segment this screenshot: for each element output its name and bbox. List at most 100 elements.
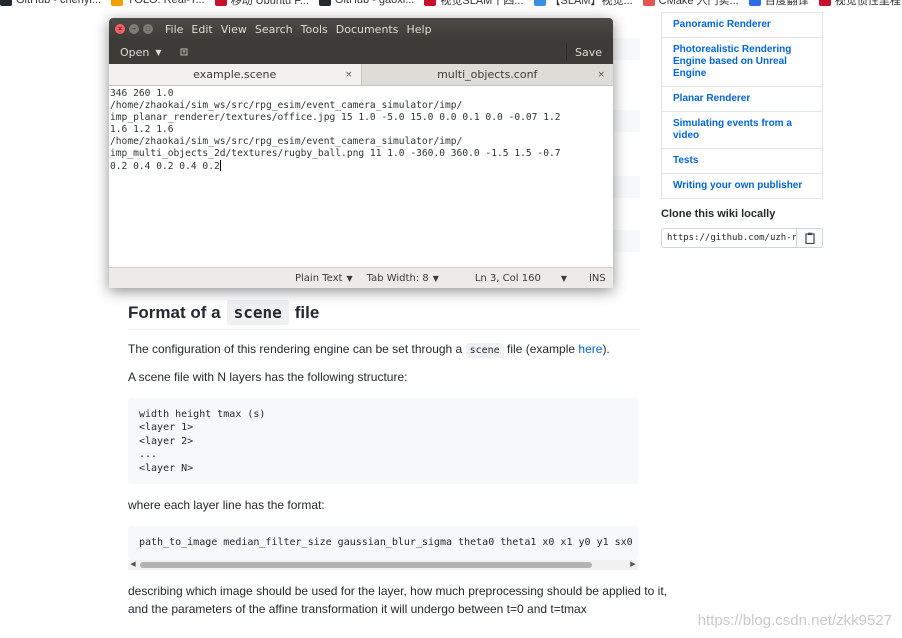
scrollbar-thumb[interactable] bbox=[140, 562, 592, 568]
bookmark-favicon-icon bbox=[818, 0, 831, 6]
menu-edit[interactable]: Edit bbox=[191, 23, 212, 36]
bookmark-label: GitHub - chenyi... bbox=[16, 0, 101, 6]
paragraph-structure: A scene file with N layers has the follo… bbox=[128, 370, 408, 384]
menu-bar: File Edit View Search Tools Documents He… bbox=[165, 23, 432, 36]
editor-line-text: 346 260 1.0 bbox=[110, 88, 174, 99]
editor-line: imp_multi_objects_2d/textures/rugby_ball… bbox=[110, 148, 612, 160]
paragraph-text: file (example bbox=[507, 342, 576, 356]
menu-tools[interactable]: Tools bbox=[301, 23, 328, 36]
tab-label: example.scene bbox=[193, 68, 277, 81]
section-heading: Format of a scene file bbox=[128, 296, 640, 330]
menu-file[interactable]: File bbox=[165, 23, 183, 36]
wiki-pages-sidebar: Panoramic Renderer Photorealistic Render… bbox=[661, 12, 823, 199]
editor-line-text: imp_multi_objects_2d/textures/rugby_ball… bbox=[110, 148, 561, 159]
bookmark-favicon-icon bbox=[214, 0, 227, 6]
sidebar-item-planar-renderer[interactable]: Planar Renderer bbox=[662, 86, 822, 111]
menu-search[interactable]: Search bbox=[255, 23, 293, 36]
bookmark-item[interactable]: 视觉SLAM十四... bbox=[424, 0, 524, 8]
code-block-structure: width height tmax (s) <layer 1> <layer 2… bbox=[128, 398, 638, 484]
bookmark-favicon-icon bbox=[424, 0, 437, 6]
window-titlebar[interactable]: × – □ File Edit View Search Tools Docume… bbox=[109, 18, 613, 40]
tab-label: multi_objects.conf bbox=[437, 68, 538, 81]
heading-code: scene bbox=[226, 300, 289, 325]
copy-clipboard-button[interactable] bbox=[797, 228, 823, 248]
paragraph-line: describing which image should be used fo… bbox=[128, 584, 667, 598]
window-controls: × – □ bbox=[115, 24, 153, 34]
text-editor-area[interactable]: 346 260 1.0/home/zhaokai/sim_ws/src/rpg_… bbox=[109, 86, 613, 267]
bookmark-favicon-icon bbox=[0, 0, 12, 6]
inline-code: scene bbox=[465, 343, 504, 358]
editor-line: /home/zhaokai/sim_ws/src/rpg_esim/event_… bbox=[110, 100, 612, 112]
scroll-left-icon[interactable]: ◀ bbox=[128, 560, 138, 570]
bookmark-label: CMake 入门实... bbox=[658, 0, 739, 7]
language-label: Plain Text bbox=[295, 272, 343, 284]
chevron-down-icon: ▼ bbox=[155, 47, 162, 57]
bookmark-item[interactable]: 移动 Ubuntu F... bbox=[214, 0, 309, 8]
new-document-button[interactable] bbox=[175, 43, 193, 61]
sidebar-item-photorealistic-rendering[interactable]: Photorealistic Rendering Engine based on… bbox=[662, 37, 822, 86]
save-button[interactable]: Save bbox=[565, 43, 607, 61]
editor-line-text: 1.6 1.2 1.6 bbox=[110, 124, 174, 135]
paragraph-config: The configuration of this rendering engi… bbox=[128, 340, 610, 360]
gedit-toolbar: Open ▼ Save bbox=[109, 40, 613, 64]
minimize-window-icon[interactable]: – bbox=[129, 24, 139, 34]
code-block-layer-format: path_to_image median_filter_size gaussia… bbox=[128, 526, 638, 560]
watermark: https://blog.csdn.net/zkk9527 bbox=[697, 612, 892, 629]
bookmark-item[interactable]: GitHub - chenyi... bbox=[0, 0, 101, 6]
bookmark-item[interactable]: 视觉惯性里程 bbox=[818, 0, 901, 8]
paragraph-layer-format: where each layer line has the format: bbox=[128, 498, 325, 512]
editor-line: 0.2 0.4 0.2 0.4 0.2 bbox=[110, 160, 612, 173]
clone-wiki-title: Clone this wiki locally bbox=[661, 208, 776, 220]
close-tab-icon[interactable]: × bbox=[345, 70, 353, 80]
paragraph-description: describing which image should be used fo… bbox=[128, 582, 667, 618]
bookmark-item[interactable]: 百度翻译 bbox=[748, 0, 809, 8]
chevron-down-icon[interactable]: ▼ bbox=[561, 274, 567, 283]
menu-view[interactable]: View bbox=[221, 23, 247, 36]
bookmark-favicon-icon bbox=[642, 0, 655, 6]
tab-width-label: Tab Width: 8 bbox=[366, 272, 429, 284]
cursor-position[interactable]: Ln 3, Col 160 bbox=[475, 273, 541, 284]
bookmark-label: 视觉SLAM十四... bbox=[440, 0, 524, 7]
sidebar-item-panoramic-renderer[interactable]: Panoramic Renderer bbox=[662, 12, 822, 37]
bookmark-item[interactable]: YOLO: Real-T... bbox=[110, 0, 205, 6]
example-link[interactable]: here bbox=[578, 342, 602, 356]
close-tab-icon[interactable]: × bbox=[597, 70, 605, 80]
language-selector[interactable]: Plain Text ▼ bbox=[295, 273, 353, 284]
bookmark-item[interactable]: CMake 入门实... bbox=[642, 0, 739, 8]
scroll-right-icon[interactable]: ▶ bbox=[628, 560, 638, 570]
tab-width-selector[interactable]: Tab Width: 8 ▼ bbox=[367, 273, 439, 284]
bookmark-favicon-icon bbox=[318, 0, 331, 6]
maximize-window-icon[interactable]: □ bbox=[143, 24, 153, 34]
clipboard-icon bbox=[804, 232, 815, 244]
tab-example-scene[interactable]: example.scene × bbox=[109, 64, 362, 85]
editor-line-text: 0.2 0.4 0.2 0.4 0.2 bbox=[110, 161, 220, 172]
editor-line-text: /home/zhaokai/sim_ws/src/rpg_esim/event_… bbox=[110, 136, 463, 147]
bookmark-item[interactable]: GitHub - gaoxi... bbox=[318, 0, 414, 6]
bookmark-label: 【SLAM】视觉... bbox=[549, 0, 633, 7]
open-button[interactable]: Open ▼ bbox=[115, 43, 167, 61]
clone-url-input[interactable]: https://github.com/uzh-rpg/rpg_esim.wiki… bbox=[661, 228, 797, 248]
paragraph-text: The configuration of this rendering engi… bbox=[128, 342, 463, 356]
bookmark-favicon-icon bbox=[110, 0, 123, 6]
bookmarks-bar: GitHub - chenyi... YOLO: Real-T... 移动 Ubun… bbox=[0, 0, 902, 9]
menu-help[interactable]: Help bbox=[406, 23, 431, 36]
new-document-icon bbox=[180, 48, 187, 56]
bookmark-item[interactable]: 【SLAM】视觉... bbox=[533, 0, 633, 8]
paragraph-line: and the parameters of the affine transfo… bbox=[128, 602, 587, 616]
sidebar-item-writing-publisher[interactable]: Writing your own publisher bbox=[662, 173, 822, 198]
close-window-icon[interactable]: × bbox=[115, 24, 125, 34]
menu-documents[interactable]: Documents bbox=[336, 23, 399, 36]
heading-text: Format of a bbox=[128, 302, 221, 322]
open-button-label: Open bbox=[120, 45, 150, 59]
sidebar-item-simulating-events[interactable]: Simulating events from a video bbox=[662, 111, 822, 148]
bookmark-label: 百度翻译 bbox=[764, 0, 809, 7]
editor-line: 1.6 1.2 1.6 bbox=[110, 124, 612, 136]
bookmark-favicon-icon bbox=[748, 0, 761, 6]
editor-line: imp_planar_renderer/textures/office.jpg … bbox=[110, 112, 612, 124]
chevron-down-icon: ▼ bbox=[346, 273, 353, 283]
sidebar-item-tests[interactable]: Tests bbox=[662, 148, 822, 173]
bookmark-label: 视觉惯性里程 bbox=[834, 0, 901, 7]
code-horizontal-scrollbar[interactable]: ◀ ▶ bbox=[128, 560, 638, 570]
paragraph-text: ). bbox=[602, 342, 610, 356]
tab-multi-objects-conf[interactable]: multi_objects.conf × bbox=[362, 64, 614, 85]
